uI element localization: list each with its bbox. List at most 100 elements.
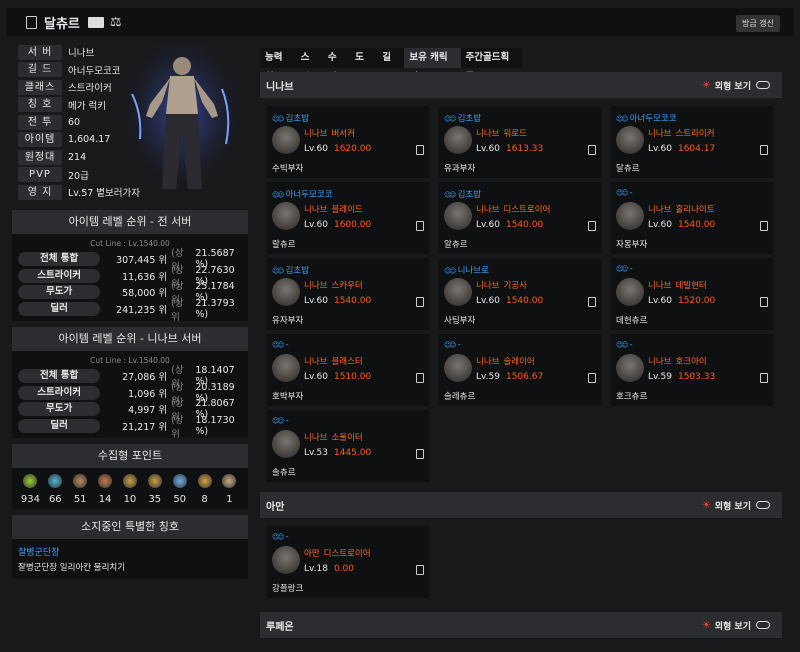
- view-label: 외형 보기: [714, 501, 751, 512]
- collect-item[interactable]: 14: [94, 474, 116, 505]
- item-level: 1620.00: [333, 144, 372, 154]
- collect-item[interactable]: 934: [19, 474, 41, 505]
- level-line: Lv.60 1600.00: [304, 220, 371, 230]
- collect-value: 50: [173, 494, 187, 505]
- tab-2[interactable]: 수집: [323, 48, 350, 83]
- toggle-icon[interactable]: [756, 621, 770, 629]
- id-card-icon[interactable]: [87, 16, 104, 28]
- server-section: 니나브☀외형 보기김초밥니나브버서커Lv.601620.00수빅부자김초밥니나브…: [260, 72, 782, 482]
- class-line: 니나브 스카우터: [304, 279, 363, 291]
- collect-item[interactable]: 51: [69, 474, 91, 505]
- server-header: 니나브 ☀ 외형 보기: [260, 72, 782, 98]
- character-name: 솔츄르: [272, 468, 296, 478]
- character-card[interactable]: -니나브슬레이어Lv.591506.67슬레츄르: [438, 334, 602, 406]
- collect-value: 35: [148, 494, 162, 505]
- toggle-icon[interactable]: [756, 501, 770, 509]
- character-card[interactable]: -니나브블래스터Lv.601510.00호박부자: [266, 334, 430, 406]
- class-line: 니나브 스트라이커: [648, 127, 715, 139]
- guild-name: -: [616, 264, 633, 274]
- character-card[interactable]: -니나브데빌헌터Lv.601520.00데헌츄르: [610, 258, 774, 330]
- copy-icon[interactable]: [588, 297, 596, 307]
- item-level: 1506.67: [505, 372, 544, 382]
- collect-value: 51: [73, 494, 87, 505]
- class-name: 데빌헌터: [675, 281, 707, 291]
- rank-value: 27,086 위: [122, 372, 168, 384]
- tab-0[interactable]: 능력치: [260, 48, 296, 83]
- character-card[interactable]: 김초밥니나브버서커Lv.601620.00수빅부자: [266, 106, 430, 178]
- profile-label: 원정대: [18, 149, 62, 165]
- character-name: 호박부자: [272, 392, 304, 402]
- item-level: 1510.00: [333, 372, 372, 382]
- copy-icon[interactable]: [416, 565, 424, 575]
- copy-icon[interactable]: [760, 297, 768, 307]
- copy-icon[interactable]: [760, 373, 768, 383]
- collect-panel: 수집형 포인트 934 66 51 14 10 35 50 8 1: [12, 444, 248, 509]
- level: Lv.60: [476, 144, 500, 154]
- tab-3[interactable]: 도표: [350, 48, 377, 83]
- view-toggle[interactable]: ☀ 외형 보기: [702, 499, 770, 512]
- class-line: 니나브 블래스터: [304, 355, 363, 367]
- character-card[interactable]: 김초밥니나브스카우터Lv.601540.00유자부자: [266, 258, 430, 330]
- profile-label: 전 투: [18, 114, 62, 130]
- tab-6[interactable]: 주간골드획득: [461, 48, 522, 83]
- character-name: 알츄르: [444, 240, 468, 250]
- copy-icon[interactable]: [416, 297, 424, 307]
- character-card[interactable]: 김초밥니나브워로드Lv.601613.33유과부자: [438, 106, 602, 178]
- collect-item[interactable]: 50: [169, 474, 191, 505]
- level-line: Lv.60 1510.00: [304, 372, 371, 382]
- view-toggle[interactable]: ☀ 외형 보기: [702, 79, 770, 92]
- copy-icon[interactable]: [588, 221, 596, 231]
- copy-icon[interactable]: [588, 373, 596, 383]
- server-label: 니나브: [648, 281, 672, 291]
- profile-label: 서 버: [18, 44, 62, 60]
- tab-4[interactable]: 길드: [377, 48, 404, 83]
- collect-item[interactable]: 66: [44, 474, 66, 505]
- collect-item[interactable]: 1: [218, 474, 240, 505]
- collect-item[interactable]: 35: [144, 474, 166, 505]
- refresh-button[interactable]: 방금 갱신: [736, 15, 780, 32]
- character-card[interactable]: 니나브로니나브기공사Lv.601540.00사팅부자: [438, 258, 602, 330]
- profile-label: 클래스: [18, 79, 62, 95]
- copy-icon[interactable]: [416, 373, 424, 383]
- copy-icon[interactable]: [588, 145, 596, 155]
- character-card[interactable]: - 아만디스트로이어 Lv.18 0.00 강플랑크: [266, 526, 430, 598]
- item-level: 1540.00: [505, 296, 544, 306]
- level-line: Lv.60 1540.00: [476, 220, 543, 230]
- class-name: 디스트로이어: [503, 205, 551, 215]
- view-toggle[interactable]: ☀ 외형 보기: [702, 619, 770, 632]
- copy-icon[interactable]: [416, 221, 424, 231]
- character-name: 데헌츄르: [616, 316, 648, 326]
- class-name: 버서커: [331, 129, 355, 139]
- giant-heart-icon: [98, 474, 113, 488]
- tab-5[interactable]: 보유 캐릭터: [404, 48, 461, 83]
- copy-icon[interactable]: [416, 145, 424, 155]
- collect-item[interactable]: 10: [119, 474, 141, 505]
- bookmark-icon[interactable]: [26, 15, 37, 29]
- class-name: 호크아이: [675, 357, 707, 367]
- toggle-icon[interactable]: [756, 81, 770, 89]
- copy-icon[interactable]: [416, 449, 424, 459]
- character-card[interactable]: 아너두모코코니나브블레이드Lv.601600.00랄츄르: [266, 182, 430, 254]
- server-label: 니나브: [476, 281, 500, 291]
- rank-label: 딜러: [18, 301, 101, 316]
- character-card[interactable]: 김초밥니나브디스트로이어Lv.601540.00알츄르: [438, 182, 602, 254]
- copy-icon[interactable]: [760, 221, 768, 231]
- character-card[interactable]: 아너두모코코니나브스트라이커Lv.601604.17달츄르: [610, 106, 774, 178]
- rank-label: 스트라이커: [18, 385, 101, 400]
- great-art-icon: [73, 474, 88, 488]
- scale-icon[interactable]: ⚖: [110, 15, 122, 30]
- star-icon: [197, 474, 212, 488]
- level-line: Lv.53 1445.00: [304, 448, 371, 458]
- collect-item[interactable]: 8: [194, 474, 216, 505]
- level-line: Lv.60 1540.00: [304, 296, 371, 306]
- tab-1[interactable]: 스킬: [296, 48, 323, 83]
- copy-icon[interactable]: [760, 145, 768, 155]
- character-name: 호크츄르: [616, 392, 648, 402]
- ignea-token-icon: [122, 474, 137, 488]
- character-card[interactable]: -니나브홀리나이트Lv.601540.00자몽부자: [610, 182, 774, 254]
- rank-row: 딜러 21,217 위 (상위 18.1730 %): [12, 415, 248, 440]
- level: Lv.60: [304, 220, 328, 230]
- character-card[interactable]: -니나브호크아이Lv.591503.33호크츄르: [610, 334, 774, 406]
- island-heart-icon: [48, 474, 63, 488]
- character-card[interactable]: -니나브소울이터Lv.531445.00솔츄르: [266, 410, 430, 482]
